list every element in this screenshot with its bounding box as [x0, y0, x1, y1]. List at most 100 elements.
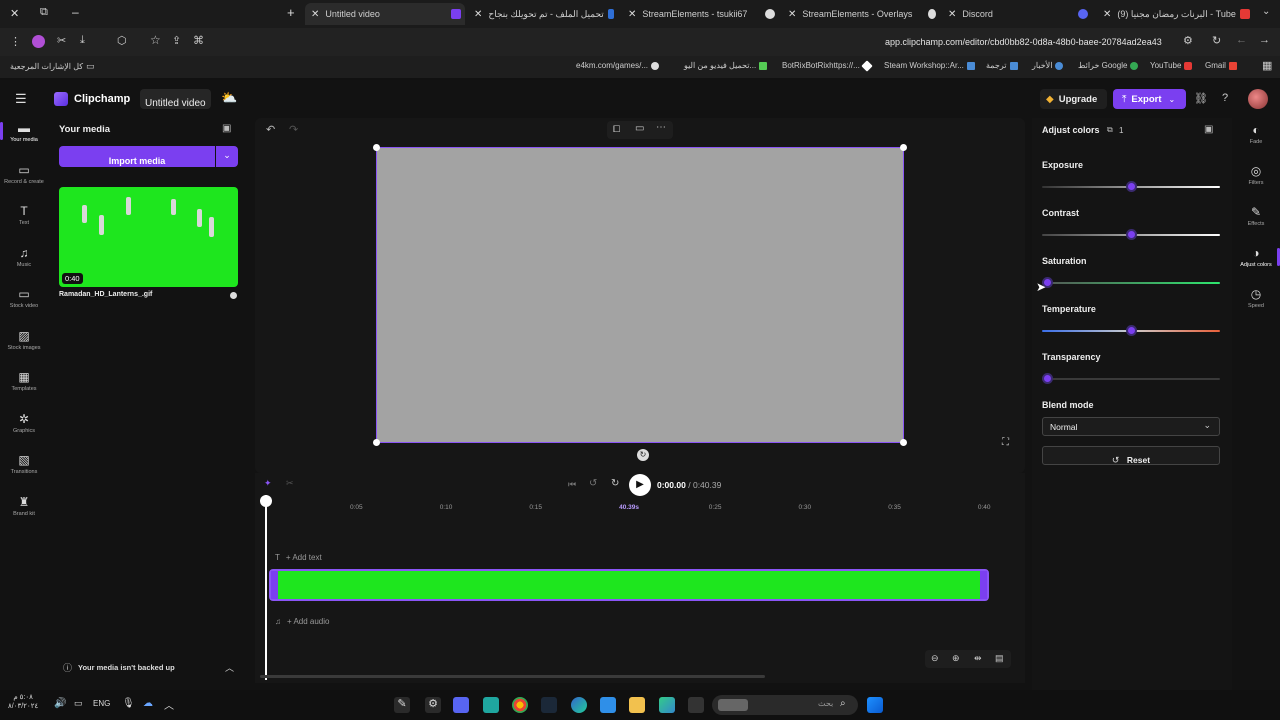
bookmark-steam[interactable]: Steam Workshop::Ar...	[884, 61, 975, 70]
profile-icon[interactable]	[32, 35, 45, 48]
close-tab-icon[interactable]: ✕	[311, 9, 319, 20]
task-view-icon[interactable]	[688, 697, 704, 713]
video-canvas[interactable]	[373, 144, 907, 446]
contrast-slider[interactable]	[1042, 229, 1220, 240]
resize-handle[interactable]	[373, 144, 380, 151]
nav-item-music[interactable]: ♫ Music	[0, 247, 48, 268]
puzzle-icon[interactable]: ⬡	[117, 34, 127, 47]
prop-nav-speed[interactable]: ◷ Speed	[1232, 288, 1280, 309]
prop-nav-filters[interactable]: ◎ Filters	[1232, 165, 1280, 186]
tab-download[interactable]: ✕ تحميل الملف - تم تحويلك بنجاح	[468, 3, 618, 25]
clock[interactable]: ٥:٠٨ م ٨/٠٣/٢٠٢٤	[8, 693, 38, 711]
language-indicator[interactable]: ENG	[93, 699, 110, 708]
add-text-track[interactable]: T + Add text	[275, 553, 322, 562]
restore-icon[interactable]: ⧉	[40, 6, 48, 19]
clip-trim-left-handle[interactable]	[271, 571, 278, 599]
taskbar-search[interactable]: بحث ⌕	[712, 695, 858, 715]
settings-app-icon[interactable]: ⚙	[425, 697, 441, 713]
slider-knob[interactable]	[1042, 373, 1053, 384]
slider-knob[interactable]	[1125, 229, 1137, 240]
timeline-ruler[interactable]: 0:05 0:10 0:15 40.39s 0:25 0:30 0:35 0:40	[255, 497, 1025, 515]
apps-grid-icon[interactable]: ▦	[1262, 59, 1272, 72]
bookmark-e4km[interactable]: e4km.com/games/...	[576, 61, 660, 70]
minimize-icon[interactable]: –	[72, 5, 79, 19]
transparency-slider[interactable]	[1042, 373, 1220, 384]
redo-icon[interactable]: ↷	[289, 123, 298, 136]
close-window-icon[interactable]: ✕	[10, 7, 19, 20]
bookmark-youtube[interactable]: YouTube	[1150, 61, 1193, 70]
nav-item-stock-video[interactable]: ▭ Stock video	[0, 288, 48, 309]
extensions-icon[interactable]: ✂	[57, 34, 66, 47]
chrome-icon[interactable]	[512, 697, 528, 713]
playhead-knob[interactable]	[260, 495, 272, 507]
exposure-slider[interactable]	[1042, 181, 1220, 192]
nav-item-graphics[interactable]: ✲ Graphics	[0, 413, 48, 434]
steam-icon[interactable]	[541, 697, 557, 713]
fit-timeline-icon[interactable]: ⇹	[974, 653, 982, 664]
bookmark-gmail[interactable]: Gmail	[1205, 61, 1237, 70]
slider-knob[interactable]	[1125, 325, 1137, 336]
fullscreen-icon[interactable]: ⛶	[1002, 437, 1009, 448]
resize-handle[interactable]	[373, 439, 380, 446]
more-options-icon[interactable]: ⋯	[656, 122, 666, 133]
split-icon[interactable]: ✂	[286, 478, 294, 489]
network-icon[interactable]: ▭	[74, 698, 83, 709]
nav-item-transitions[interactable]: ▧ Transitions	[0, 454, 48, 475]
bookmark-botrix[interactable]: BotRixBotRixhttps://...	[782, 59, 873, 72]
resize-handle[interactable]	[900, 144, 907, 151]
rewind-icon[interactable]: ↺	[589, 478, 597, 489]
prop-nav-effects[interactable]: ✎ Effects	[1232, 206, 1280, 227]
saturation-slider[interactable]	[1042, 277, 1220, 288]
upgrade-button[interactable]: ◆ Upgrade	[1040, 89, 1107, 109]
tab-youtube[interactable]: ✕ (9) البرنات رمضان مجنيا - Tube	[1097, 3, 1257, 25]
download-icon[interactable]: ⤓	[80, 34, 85, 47]
pen-icon[interactable]: ✎	[394, 697, 410, 713]
tray-chevron-icon[interactable]: ︿	[164, 697, 174, 712]
bookmark-maps[interactable]: خرائط Google	[1078, 61, 1139, 70]
play-button[interactable]: ▶	[629, 474, 651, 496]
hamburger-menu-icon[interactable]: ☰	[15, 91, 27, 107]
fit-icon[interactable]: ▭	[635, 123, 644, 134]
forward-5-icon[interactable]: ↻	[611, 478, 619, 489]
video-clip[interactable]	[269, 569, 989, 601]
undo-icon[interactable]: ↶	[266, 123, 275, 136]
prop-nav-adjust-colors[interactable]: ◑ Adjust colors	[1232, 247, 1280, 268]
tab-streamelements-overlays[interactable]: ✕ StreamElements - Overlays	[782, 3, 940, 25]
share-link-icon[interactable]: ⛓	[1194, 92, 1208, 105]
avatar[interactable]	[1248, 89, 1268, 109]
cloud-icon[interactable]: ☁	[143, 698, 153, 709]
slider-knob[interactable]	[1125, 181, 1137, 192]
zoom-out-icon[interactable]: ⊖	[931, 653, 939, 664]
nav-item-your-media[interactable]: ▬ Your media	[0, 122, 48, 143]
zoom-in-icon[interactable]: ⊕	[952, 653, 960, 664]
app-icon[interactable]	[483, 697, 499, 713]
nav-item-text[interactable]: T Text	[0, 205, 48, 226]
edge-icon[interactable]	[571, 697, 587, 713]
app-icon[interactable]	[659, 697, 675, 713]
forward-icon[interactable]: ←	[1236, 34, 1247, 46]
close-tab-icon[interactable]: ✕	[474, 9, 482, 20]
translate-icon[interactable]: ⌘	[193, 34, 204, 47]
nav-item-templates[interactable]: ▦ Templates	[0, 371, 48, 392]
nav-item-brand-kit[interactable]: ♜ Brand kit	[0, 496, 48, 517]
timeline-scrollbar[interactable]	[260, 675, 765, 678]
tab-untitled-video[interactable]: ✕ Untitled video	[305, 3, 465, 25]
back-icon[interactable]: →	[1259, 34, 1270, 46]
import-dropdown-button[interactable]: ⌄	[216, 146, 238, 167]
collapse-panel-icon[interactable]: ▣	[222, 123, 231, 134]
reload-icon[interactable]: ↻	[1212, 34, 1221, 47]
crop-icon[interactable]: ⧠	[613, 124, 620, 135]
cloud-off-icon[interactable]: ⛅	[221, 90, 237, 106]
volume-icon[interactable]: 🔊	[54, 698, 66, 709]
url-field[interactable]: app.clipchamp.com/editor/cbd0bb82-0d8a-4…	[885, 37, 1162, 47]
project-title-field[interactable]: Untitled video	[140, 89, 211, 109]
close-tab-icon[interactable]: ✕	[948, 9, 956, 20]
store-icon[interactable]	[600, 697, 616, 713]
tab-search-icon[interactable]: ⌄	[1262, 6, 1270, 17]
prop-nav-fade[interactable]: ◐ Fade	[1232, 124, 1280, 145]
file-explorer-icon[interactable]	[629, 697, 645, 713]
help-icon[interactable]: ?	[1222, 92, 1228, 104]
discord-app-icon[interactable]	[453, 697, 469, 713]
blend-mode-select[interactable]: Normal ⌄	[1042, 417, 1220, 436]
tab-discord[interactable]: ✕ Discord	[942, 3, 1092, 25]
